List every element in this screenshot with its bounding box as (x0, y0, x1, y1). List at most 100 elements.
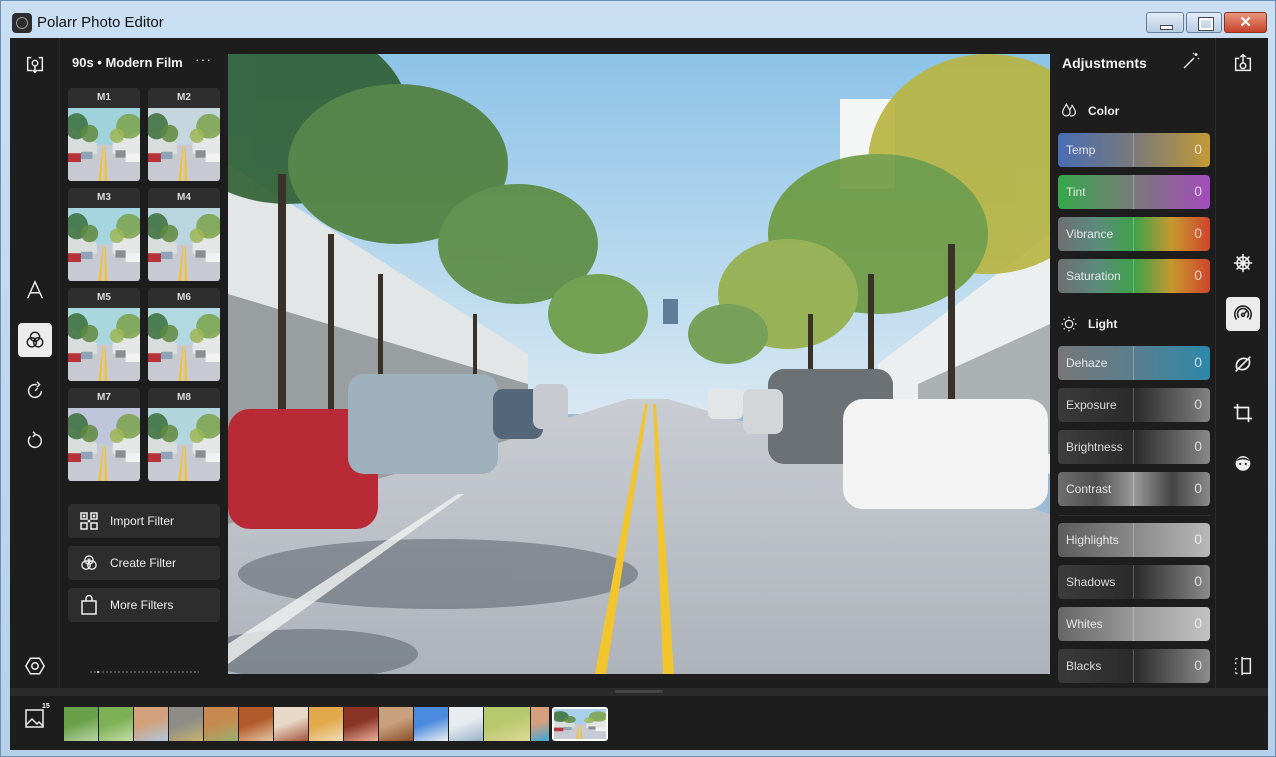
gallery-button[interactable] (24, 707, 46, 729)
history-button[interactable] (18, 373, 52, 407)
slider-whites[interactable]: Whites 0 (1058, 607, 1210, 641)
slider-dehaze[interactable]: Dehaze 0 (1058, 346, 1210, 380)
slider-contrast[interactable]: Contrast 0 (1058, 472, 1210, 506)
crop-button[interactable] (1226, 396, 1260, 430)
slider-label: Saturation (1066, 269, 1121, 283)
maximize-button[interactable] (1186, 12, 1222, 33)
slider-label: Exposure (1066, 398, 1117, 412)
photo-canvas[interactable] (228, 54, 1050, 674)
filmstrip-thumbnail[interactable] (449, 707, 483, 741)
import-filter-label: Import Filter (110, 514, 175, 528)
adjust-tool-button[interactable] (1226, 297, 1260, 331)
compare-button[interactable] (1226, 649, 1260, 683)
slider-value[interactable]: 0 (1194, 480, 1202, 496)
import-photo-button[interactable] (18, 48, 52, 82)
slider-label: Blacks (1066, 659, 1102, 673)
filter-preview-image (68, 108, 140, 181)
slider-value[interactable]: 0 (1194, 267, 1202, 283)
slider-temp[interactable]: Temp 0 (1058, 133, 1210, 167)
minimize-button[interactable] (1146, 12, 1184, 33)
filmstrip-thumbnail[interactable] (344, 707, 378, 741)
slider-saturation[interactable]: Saturation 0 (1058, 259, 1210, 293)
slider-value[interactable]: 0 (1194, 225, 1202, 241)
slider-value[interactable]: 0 (1194, 573, 1202, 589)
filmstrip-thumbnail[interactable] (239, 707, 273, 741)
compare-split-icon (1234, 656, 1252, 676)
more-options-button[interactable]: ··· (195, 51, 212, 67)
resize-handle[interactable] (615, 690, 663, 693)
slider-group-separator (1058, 515, 1210, 516)
create-filter-button[interactable]: Create Filter (68, 546, 220, 580)
slider-tint[interactable]: Tint 0 (1058, 175, 1210, 209)
brush-mask-button[interactable] (1226, 347, 1260, 381)
slider-brightness[interactable]: Brightness 0 (1058, 430, 1210, 464)
filter-preview-image (148, 408, 220, 481)
filters-tool-button[interactable] (18, 323, 52, 357)
filter-preset-m8[interactable]: M8 (148, 388, 220, 481)
qr-import-icon (79, 511, 99, 531)
filters-panel: 90s • Modern Film ··· M1 M2 M3 M4 M5 M6 … (61, 38, 226, 688)
slider-shadows[interactable]: Shadows 0 (1058, 565, 1210, 599)
color-drops-icon (1062, 102, 1076, 117)
more-filters-button[interactable]: More Filters (68, 588, 220, 622)
filmstrip-thumbnail[interactable] (134, 707, 168, 741)
slider-value[interactable]: 0 (1194, 531, 1202, 547)
filmstrip-thumbnail[interactable] (484, 707, 530, 741)
light-section-header[interactable]: Light (1060, 315, 1117, 333)
slider-value[interactable]: 0 (1194, 354, 1202, 370)
export-button[interactable] (1226, 46, 1260, 80)
filter-preset-label: M5 (97, 292, 111, 303)
close-button[interactable]: ✕ (1224, 12, 1267, 33)
distant-building (663, 299, 678, 324)
filmstrip-thumbnail-selected[interactable] (552, 707, 608, 741)
sun-icon (1061, 316, 1077, 332)
filmstrip-thumbnail[interactable] (309, 707, 343, 741)
settings-button[interactable] (18, 649, 52, 683)
auto-enhance-button[interactable] (1182, 52, 1200, 70)
text-tool-button[interactable] (18, 273, 52, 307)
import-filter-button[interactable]: Import Filter (68, 504, 220, 538)
filter-preset-m6[interactable]: M6 (148, 288, 220, 381)
shopping-bag-icon (79, 595, 99, 615)
filmstrip-thumbnail[interactable] (531, 707, 549, 741)
title-bar[interactable]: Polarr Photo Editor ✕ (1, 1, 1275, 37)
filter-page-indicator[interactable] (89, 671, 199, 673)
slider-value[interactable]: 0 (1194, 141, 1202, 157)
slider-value[interactable]: 0 (1194, 657, 1202, 673)
slider-highlights[interactable]: Highlights 0 (1058, 523, 1210, 557)
filmstrip-thumbnail[interactable] (204, 707, 238, 741)
slider-value[interactable]: 0 (1194, 615, 1202, 631)
filmstrip-thumbnail[interactable] (169, 707, 203, 741)
filmstrip-thumbnail[interactable] (414, 707, 448, 741)
color-section-header[interactable]: Color (1060, 102, 1119, 120)
filmstrip-thumbnail[interactable] (64, 707, 98, 741)
face-icon (1235, 456, 1251, 471)
filter-preset-m7[interactable]: M7 (68, 388, 140, 481)
slider-exposure[interactable]: Exposure 0 (1058, 388, 1210, 422)
slider-value[interactable]: 0 (1194, 438, 1202, 454)
filmstrip-thumbnail[interactable] (274, 707, 308, 741)
filter-preview-image (148, 108, 220, 181)
window-title: Polarr Photo Editor (37, 14, 164, 31)
slider-label: Temp (1066, 143, 1096, 157)
filter-preview-image (68, 308, 140, 381)
slider-vibrance[interactable]: Vibrance 0 (1058, 217, 1210, 251)
filter-preset-m4[interactable]: M4 (148, 188, 220, 281)
slider-blacks[interactable]: Blacks 0 (1058, 649, 1210, 683)
wheel-icon (1233, 253, 1253, 273)
create-filter-icon (79, 553, 99, 573)
filter-preset-label: M4 (177, 192, 191, 203)
filter-preset-m3[interactable]: M3 (68, 188, 140, 281)
slider-value[interactable]: 0 (1194, 183, 1202, 199)
filmstrip-thumbnail[interactable] (379, 707, 413, 741)
filter-preset-m5[interactable]: M5 (68, 288, 140, 381)
filter-preset-m2[interactable]: M2 (148, 88, 220, 181)
face-button[interactable] (1226, 446, 1260, 480)
filter-preset-m1[interactable]: M1 (68, 88, 140, 181)
slider-value[interactable]: 0 (1194, 396, 1202, 412)
filter-preset-label: M3 (97, 192, 111, 203)
undo-button[interactable] (18, 423, 52, 457)
presets-button[interactable] (1226, 246, 1260, 280)
filter-collection-title[interactable]: 90s • Modern Film (72, 55, 183, 70)
filmstrip-thumbnail[interactable] (99, 707, 133, 741)
